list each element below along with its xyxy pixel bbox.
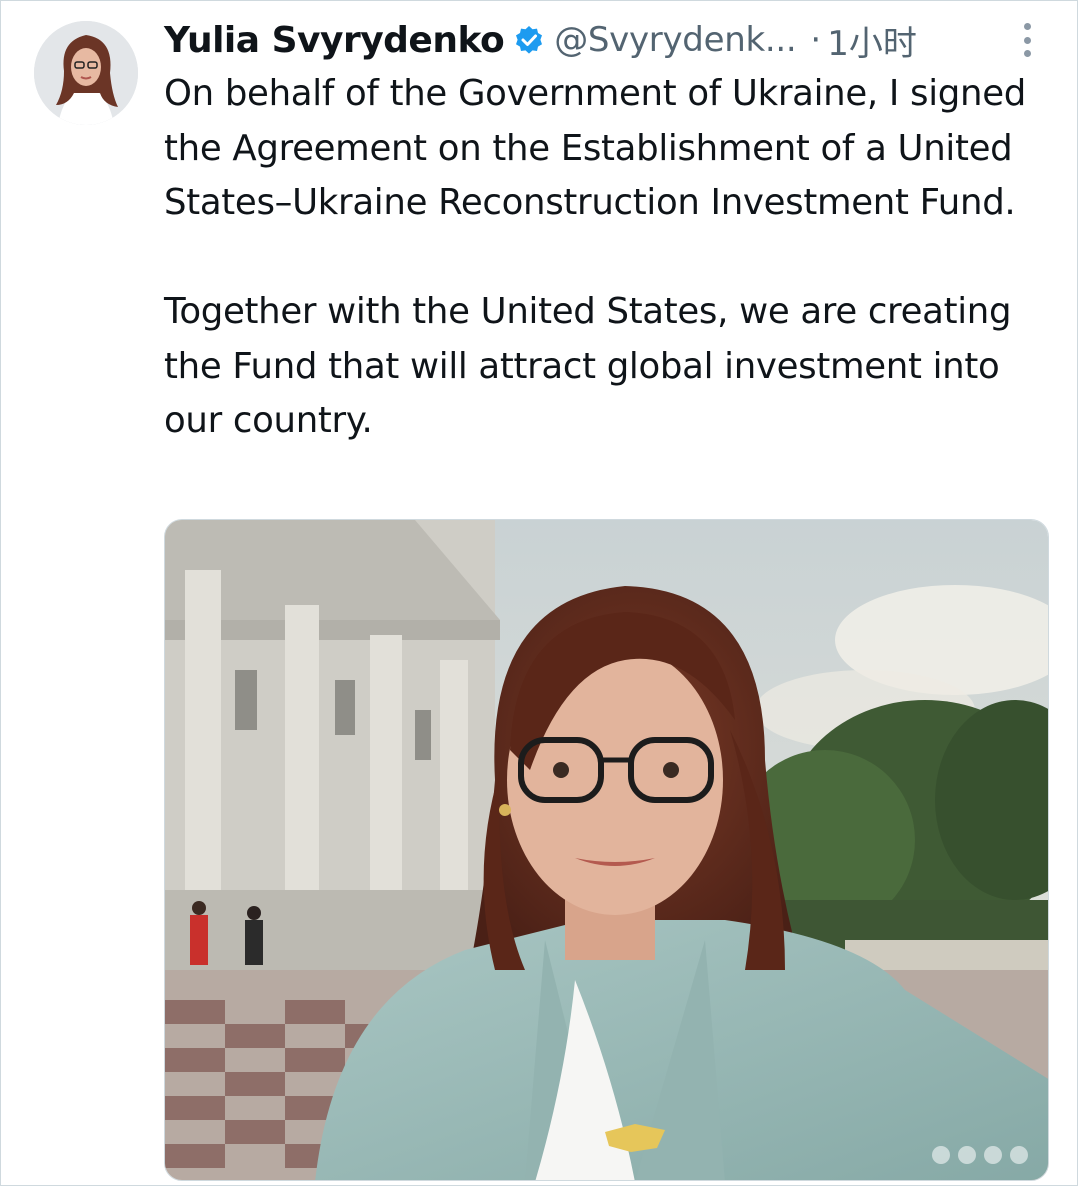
watermark <box>932 1146 1028 1164</box>
tweet-card[interactable]: Yulia Svyrydenko @Svyrydenk... · 1小时 On … <box>0 0 1078 1186</box>
tweet-text: On behalf of the Government of Ukraine, … <box>164 67 1044 449</box>
author-handle[interactable]: @Svyrydenk... <box>554 20 796 60</box>
author-name[interactable]: Yulia Svyrydenko <box>164 20 505 61</box>
tweet-photo[interactable] <box>164 519 1049 1181</box>
tweet-paragraph-2: Together with the United States, we are … <box>164 291 1012 441</box>
tweet-paragraph-1: On behalf of the Government of Ukraine, … <box>164 73 1027 223</box>
tweet-header: Yulia Svyrydenko @Svyrydenk... · 1小时 <box>164 15 917 65</box>
photo-image <box>165 520 1048 1180</box>
avatar-image <box>34 21 138 125</box>
more-vertical-icon[interactable] <box>1019 23 1035 57</box>
timestamp[interactable]: 1小时 <box>827 16 917 65</box>
separator-dot: · <box>810 20 822 60</box>
verified-badge-icon <box>516 26 543 54</box>
avatar[interactable] <box>34 21 138 125</box>
